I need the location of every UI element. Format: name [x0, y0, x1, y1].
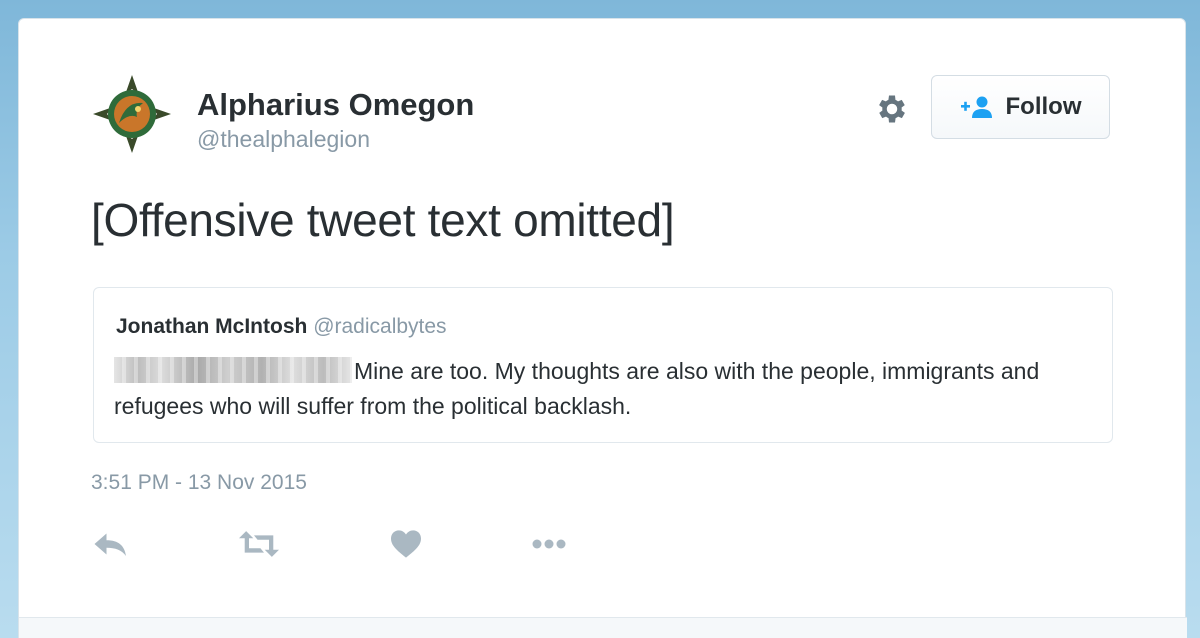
- follow-button[interactable]: Follow: [931, 75, 1110, 139]
- add-user-icon: [960, 96, 992, 118]
- tweet-text: [Offensive tweet text omitted]: [91, 194, 675, 246]
- quoted-author: Jonathan McIntosh @radicalbytes: [116, 315, 447, 339]
- pixelated-redaction: [114, 357, 352, 383]
- quoted-tweet[interactable]: Jonathan McIntosh @radicalbytes Mine are…: [93, 287, 1113, 443]
- quoted-author-name: Jonathan McIntosh: [116, 315, 308, 338]
- reply-area-strip: [19, 617, 1187, 638]
- timestamp[interactable]: 3:51 PM - 13 Nov 2015: [91, 471, 307, 495]
- gear-icon[interactable]: [874, 91, 910, 127]
- author-handle[interactable]: @thealphalegion: [197, 126, 370, 153]
- follow-label: Follow: [1005, 93, 1082, 120]
- reply-icon[interactable]: [93, 529, 129, 559]
- author-name[interactable]: Alpharius Omegon: [197, 87, 474, 123]
- tweet-card: Alpharius Omegon @thealphalegion Follow …: [18, 18, 1187, 638]
- quoted-text-block: Mine are too. My thoughts are also with …: [114, 354, 1094, 424]
- heart-icon[interactable]: [388, 529, 424, 559]
- retweet-icon[interactable]: [239, 529, 279, 559]
- quoted-author-handle: @radicalbytes: [313, 315, 447, 338]
- avatar[interactable]: [91, 73, 173, 155]
- more-icon[interactable]: [531, 529, 567, 559]
